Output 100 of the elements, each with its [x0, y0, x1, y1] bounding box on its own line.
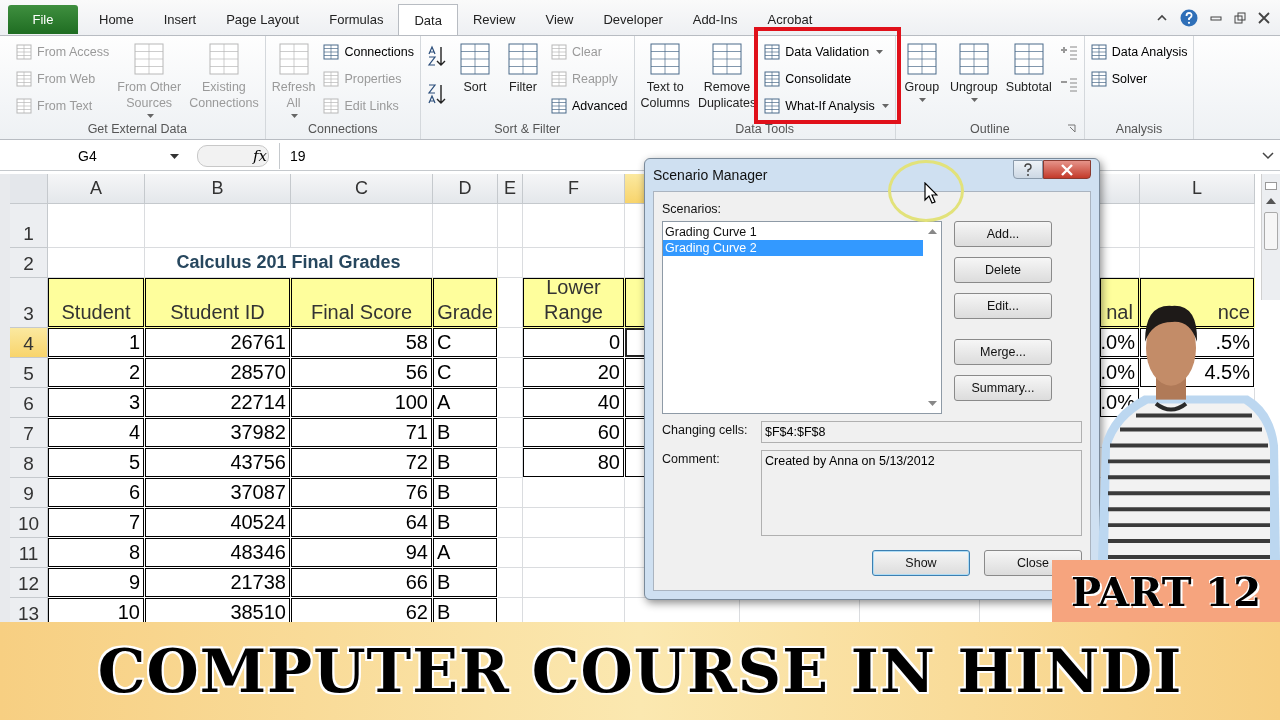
row-header[interactable]: 8 [10, 448, 48, 478]
row-header[interactable]: 5 [10, 358, 48, 388]
dialog-button[interactable]: Add... [954, 221, 1052, 247]
table-cell: 21738 [145, 568, 291, 598]
dialog-button[interactable]: Edit... [954, 293, 1052, 319]
ribbon-button[interactable]: Data Analysis [1090, 42, 1188, 62]
table-cell: 20 [523, 358, 625, 388]
ribbon-button[interactable]: Subtotal [1005, 39, 1052, 95]
table-cell: 37087 [145, 478, 291, 508]
file-tab[interactable]: File [8, 5, 78, 34]
column-header[interactable]: F [523, 174, 625, 204]
table-cell: 26761 [145, 328, 291, 358]
scenario-list[interactable]: Grading Curve 1 Grading Curve 2 [662, 221, 942, 414]
row-header[interactable]: 4 [10, 328, 48, 358]
table-cell: 72 [291, 448, 433, 478]
table-cell: B [433, 418, 498, 448]
row-header[interactable]: 11 [10, 538, 48, 568]
table-cell: B [433, 478, 498, 508]
column-header[interactable]: L [1140, 174, 1255, 204]
scrollbar-thumb[interactable] [1264, 212, 1278, 250]
row-header[interactable]: 6 [10, 388, 48, 418]
table-cell: 100 [291, 388, 433, 418]
ribbon-tab[interactable]: Acrobat [752, 5, 828, 34]
table-cell: 48346 [145, 538, 291, 568]
dialog-button[interactable]: Merge... [954, 339, 1052, 365]
sort-ascending-button[interactable] [426, 45, 447, 67]
table-cell: 66 [291, 568, 433, 598]
group-label: Data Tools [735, 122, 795, 136]
row-header[interactable]: 13 [10, 598, 48, 622]
ribbon-button[interactable]: Remove Duplicates [697, 39, 757, 111]
dialog-button[interactable]: Show [872, 550, 970, 576]
ribbon-button[interactable]: Consolidate [764, 69, 889, 89]
table-cell: 71 [291, 418, 433, 448]
row-header[interactable]: 10 [10, 508, 48, 538]
cell-reference: G4 [78, 148, 97, 164]
dialog-launcher-button[interactable] [1066, 124, 1078, 135]
ribbon-button[interactable]: Connections [323, 42, 414, 62]
ribbon-tab[interactable]: Formulas [314, 5, 399, 34]
row-header[interactable]: 12 [10, 568, 48, 598]
column-header[interactable]: A [48, 174, 145, 204]
table-cell: 80 [523, 448, 625, 478]
table-cell: 9 [48, 568, 145, 598]
ribbon-tab[interactable]: Developer [588, 5, 678, 34]
ribbon-button[interactable]: Text to Columns [640, 39, 690, 111]
ribbon-button[interactable]: What-If Analysis [764, 96, 889, 116]
ribbon-tab[interactable]: Insert [148, 5, 212, 34]
group-label: Analysis [1115, 122, 1163, 136]
ribbon-button[interactable]: Ungroup [949, 39, 998, 102]
table-cell: 6 [48, 478, 145, 508]
table-cell: 28570 [145, 358, 291, 388]
show-detail-button[interactable] [1059, 45, 1078, 61]
close-button[interactable] [1043, 160, 1091, 179]
help-button[interactable] [1013, 160, 1043, 179]
ribbon-tab[interactable]: Data [398, 4, 458, 35]
sort-descending-button[interactable] [426, 83, 447, 105]
ribbon-button[interactable]: Solver [1090, 69, 1188, 89]
column-header[interactable]: C [291, 174, 433, 204]
table-cell: 22714 [145, 388, 291, 418]
ribbon-button[interactable]: Group [901, 39, 942, 102]
ribbon-tab[interactable]: Review [457, 5, 531, 34]
formula-buttons-panel [197, 145, 269, 167]
hide-detail-button[interactable] [1059, 77, 1078, 93]
column-header[interactable]: B [145, 174, 291, 204]
table-cell: Student [48, 278, 145, 328]
hide-detail-icon [1059, 77, 1078, 93]
ribbon-tab[interactable]: View [530, 5, 589, 34]
dialog-button[interactable]: Delete [954, 257, 1052, 283]
ribbon-tab[interactable]: Home [84, 5, 149, 34]
row-header[interactable]: 3 [10, 278, 48, 328]
ribbon-tab[interactable]: Page Layout [211, 5, 315, 34]
vertical-scrollbar[interactable] [1261, 174, 1280, 300]
ribbon-tab[interactable]: Add-Ins [677, 5, 753, 34]
group-label: Connections [308, 122, 378, 136]
table-cell: 4.5% [1140, 358, 1255, 388]
column-header[interactable]: E [498, 174, 523, 204]
row-header[interactable]: 2 [10, 248, 48, 278]
row-header[interactable]: 9 [10, 478, 48, 508]
table-cell: .0% [1100, 328, 1140, 358]
list-item[interactable]: Grading Curve 1 [663, 224, 923, 240]
comment-field[interactable]: Created by Anna on 5/13/2012 [761, 450, 1082, 536]
table-cell: 56 [291, 358, 433, 388]
column-header[interactable] [1100, 174, 1140, 204]
row-header[interactable]: 1 [10, 204, 48, 248]
ribbon-button[interactable]: Advanced [550, 96, 628, 116]
row-header[interactable]: 7 [10, 418, 48, 448]
table-cell: 7 [48, 508, 145, 538]
table-icon [550, 71, 567, 87]
ribbon-button[interactable]: Filter [502, 39, 543, 95]
insert-function-button[interactable]: fx [249, 147, 271, 165]
table-cell [498, 568, 523, 598]
changing-cells-field[interactable]: $F$4:$F$8 [761, 421, 1082, 443]
table-cell: Student ID [145, 278, 291, 328]
column-header[interactable]: D [433, 174, 498, 204]
ribbon-button[interactable]: Data Validation [764, 42, 889, 62]
table-icon [134, 43, 165, 75]
name-box[interactable]: G4 [10, 144, 185, 168]
table-icon [764, 44, 781, 60]
ribbon-button[interactable]: Sort [454, 39, 495, 95]
table-cell: C [433, 358, 498, 388]
dialog-button[interactable]: Summary... [954, 375, 1052, 401]
